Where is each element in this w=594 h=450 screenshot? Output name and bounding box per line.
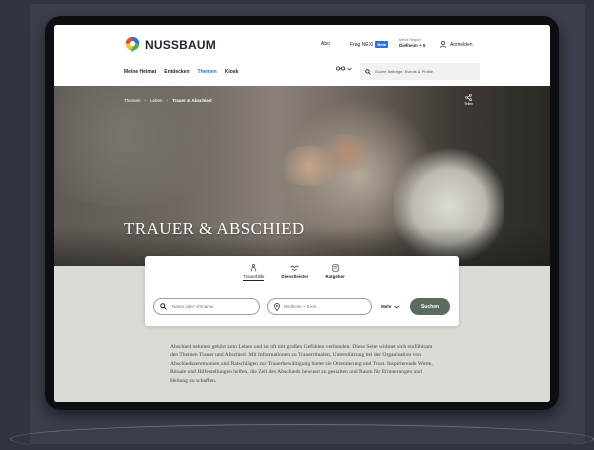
handshake-icon — [290, 265, 300, 271]
brand-name: NUSSBAUM — [145, 37, 216, 52]
breadcrumb-separator: › — [144, 98, 147, 103]
frag-nexi-label: Frag NEXI — [350, 41, 374, 48]
breadcrumb-item-themen[interactable]: Themen — [124, 98, 141, 103]
tablet-screen: NUSSBAUM Abo Frag NEXI Beta Meine Region… — [54, 25, 550, 402]
tablet-camera-bar — [80, 16, 124, 22]
abo-link[interactable]: Abo — [321, 41, 330, 47]
location-input[interactable]: Dielheim + 5 km — [267, 298, 372, 315]
share-label: Teilen — [464, 102, 474, 106]
book-icon — [332, 264, 339, 272]
person-icon — [250, 264, 257, 272]
beta-badge: Beta — [375, 41, 389, 48]
search-card: Trauerfälle Dienstleister Ratgeber Name … — [145, 256, 459, 326]
share-button[interactable]: Teilen — [464, 93, 474, 106]
region-selector[interactable]: Meine Region Dielheim + 5 — [399, 37, 425, 49]
glasses-icon — [336, 66, 345, 71]
site-logo[interactable]: NUSSBAUM — [124, 36, 216, 53]
share-icon — [465, 93, 472, 101]
main-menu: Meine Heimat Entdecken Themen Kiosk — [124, 69, 238, 75]
floor-ellipse — [10, 424, 594, 450]
intro-text: Abschied nehmen gehört zum Leben und ist… — [170, 344, 433, 384]
region-value: Dielheim + 5 — [399, 43, 426, 48]
search-icon — [160, 303, 167, 310]
menu-item-meine-heimat[interactable]: Meine Heimat — [124, 69, 156, 75]
location-pin-logo-icon — [125, 36, 140, 53]
login-label: Anmelden — [450, 41, 473, 48]
chevron-down-icon — [347, 67, 352, 70]
breadcrumb: Themen › Leben › Trauer & Abschied — [124, 98, 212, 103]
frag-nexi-link[interactable]: Frag NEXI Beta — [350, 41, 389, 48]
name-search-input[interactable]: Name oder Vorname — [153, 298, 260, 315]
tab-trauerfaelle[interactable]: Trauerfälle — [243, 264, 265, 281]
search-tabs: Trauerfälle Dienstleister Ratgeber — [243, 264, 345, 281]
menu-item-entdecken[interactable]: Entdecken — [164, 69, 189, 75]
more-filters-dropdown[interactable]: Mehr — [381, 304, 399, 309]
hero-image: Themen › Leben › Trauer & Abschied Teile… — [54, 86, 550, 266]
name-search-placeholder: Name oder Vorname — [172, 304, 214, 309]
location-value: Dielheim + 5 km — [284, 304, 317, 309]
more-filters-label: Mehr — [381, 304, 392, 309]
search-submit-button[interactable]: Suchen — [410, 298, 450, 315]
login-link[interactable]: Anmelden — [440, 41, 473, 48]
chevron-down-icon — [394, 305, 399, 308]
page-title: TRAUER & ABSCHIED — [124, 219, 305, 238]
user-icon — [440, 41, 446, 48]
tab-label: Ratgeber — [325, 274, 345, 279]
site-header: NUSSBAUM Abo Frag NEXI Beta Meine Region… — [54, 25, 550, 86]
header-search-placeholder: Suche Beiträge, Events & Profile — [375, 69, 434, 74]
tab-label: Trauerfälle — [243, 274, 265, 281]
tab-dienstleister[interactable]: Dienstleister — [281, 264, 308, 281]
search-icon — [365, 68, 371, 75]
tab-label: Dienstleister — [281, 274, 309, 279]
location-pin-icon — [274, 302, 280, 311]
breadcrumb-separator: › — [166, 98, 169, 103]
menu-item-kiosk[interactable]: Kiosk — [225, 69, 239, 75]
menu-item-themen[interactable]: Themen — [198, 69, 217, 75]
breadcrumb-item-current: Trauer & Abschied — [172, 98, 212, 103]
breadcrumb-item-leben[interactable]: Leben — [150, 98, 163, 103]
header-search-input[interactable]: Suche Beiträge, Events & Profile — [360, 63, 480, 80]
accessibility-toggle[interactable] — [336, 66, 352, 71]
tab-ratgeber[interactable]: Ratgeber — [325, 264, 345, 281]
